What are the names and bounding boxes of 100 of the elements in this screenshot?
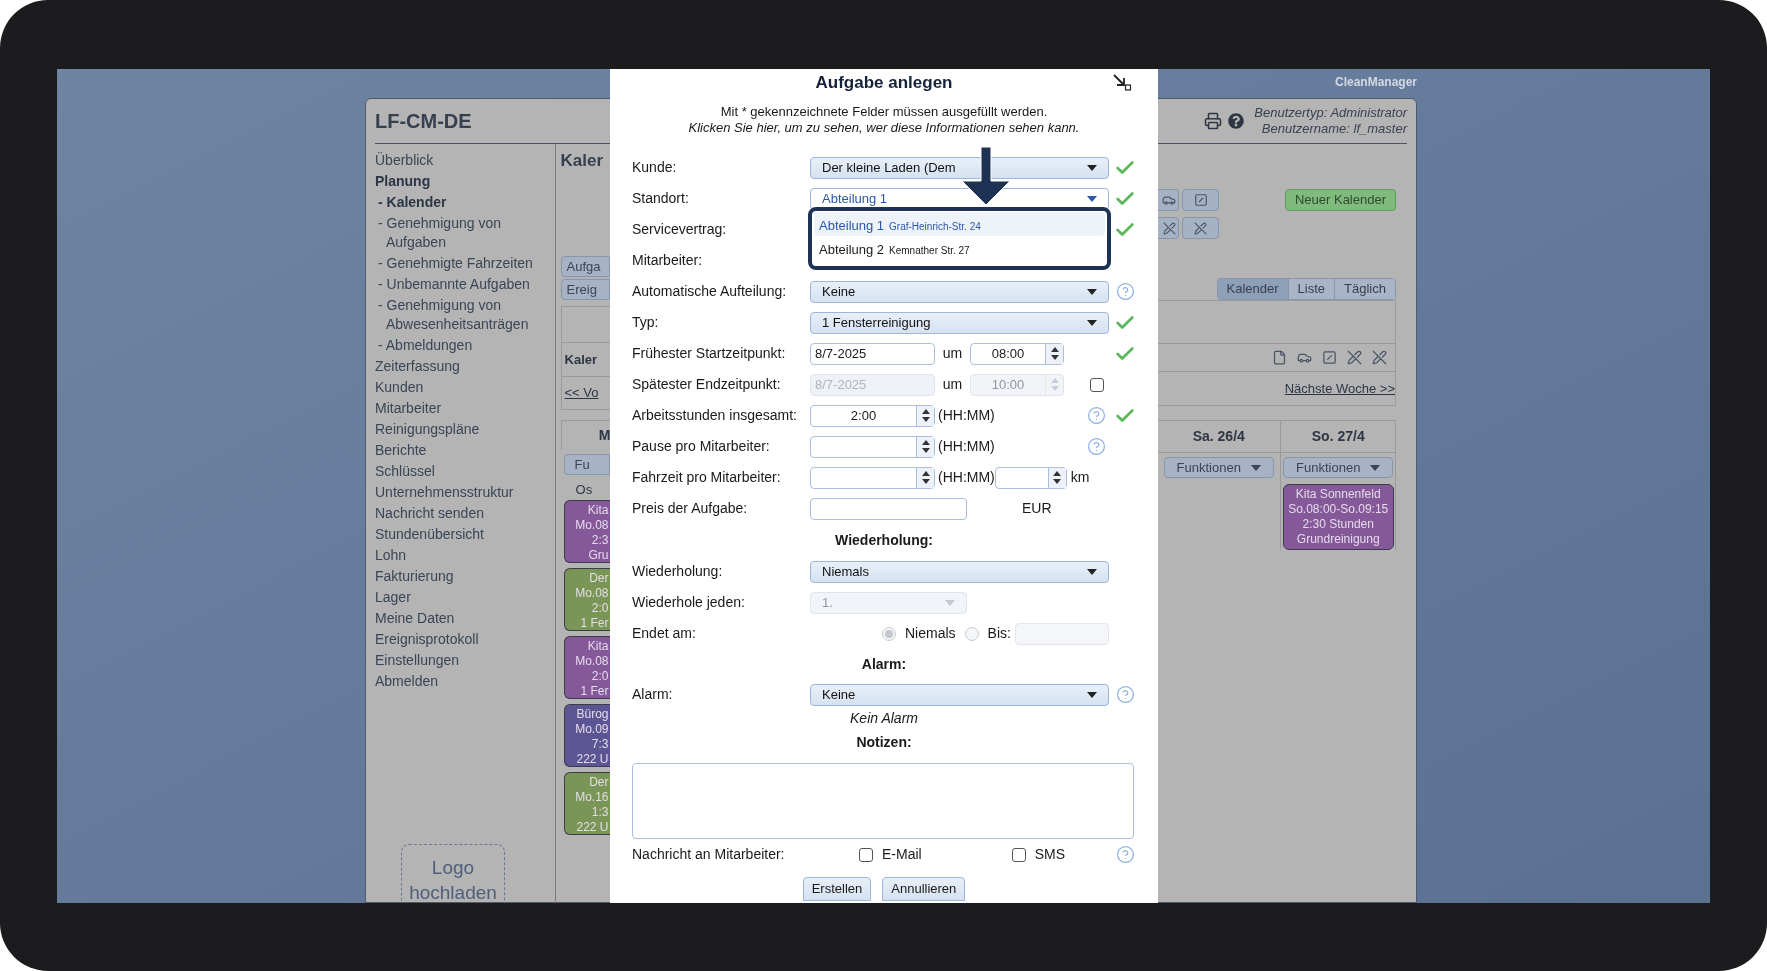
sidebar-subitem[interactable]: - Genehmigte Fahrzeiten	[375, 253, 547, 274]
sidebar-item[interactable]: Reinigungspläne	[375, 419, 555, 440]
sidebar-subitem[interactable]: - Unbemannte Aufgaben	[375, 274, 547, 295]
tab-button[interactable]: Ereig	[560, 279, 611, 300]
spin-field[interactable]	[994, 466, 1067, 489]
new-calendar-button[interactable]: Neuer Kalender	[1284, 189, 1396, 211]
document-icon[interactable]	[1272, 350, 1287, 365]
spin-field[interactable]: 2:00	[810, 404, 935, 427]
sidebar-item[interactable]: Abmelden	[375, 671, 555, 692]
sidebar-item[interactable]: Nachricht senden	[375, 503, 555, 524]
sidebar-subitem[interactable]: - Genehmigung von Abwesenheitsanträgen	[375, 295, 547, 335]
caret-icon	[1250, 464, 1261, 471]
functions-button[interactable]: Funktionen	[1163, 457, 1274, 478]
user-info: Benutzername: lf_master	[1261, 121, 1407, 137]
stepper-arrows-icon[interactable]	[1045, 343, 1063, 364]
toolbar-button[interactable]	[1157, 189, 1179, 211]
field-label: Automatische Aufteilung:	[632, 282, 788, 301]
sidebar-item[interactable]: Meine Daten	[375, 608, 555, 629]
resize-arrow-icon[interactable]	[1112, 73, 1132, 91]
event-text: 2:3	[590, 532, 609, 548]
help-icon[interactable]	[1228, 113, 1245, 129]
spin-field[interactable]	[810, 466, 935, 489]
down-arrow-annotation	[962, 147, 1010, 205]
price-field[interactable]	[810, 497, 967, 520]
dropdown-option[interactable]: Abteilung 1 Graf-Heinrich-Str. 24	[814, 212, 1105, 236]
sidebar-subitem[interactable]: - Kalender	[375, 192, 547, 213]
event-text: 1:3	[590, 804, 609, 820]
visibility-link[interactable]: Klicken Sie hier, um zu sehen, wer diese Informationen sehen kann.	[688, 120, 1080, 136]
stepper-arrows-icon[interactable]	[1047, 467, 1066, 488]
view-tab[interactable]: Liste	[1287, 279, 1335, 299]
select-field[interactable]: Der kleine Laden (Dem	[810, 156, 1109, 179]
toolbar-button[interactable]	[1182, 217, 1219, 239]
view-tab[interactable]: Täglich	[1334, 279, 1395, 299]
sidebar-item[interactable]: Lohn	[375, 545, 555, 566]
spin-field[interactable]: 08:00	[970, 342, 1064, 365]
crossed-box-icon[interactable]	[1322, 350, 1337, 365]
sidebar-item[interactable]: Berichte	[375, 440, 555, 461]
caret-icon	[1087, 164, 1097, 171]
currency-label: EUR	[1022, 499, 1052, 518]
user-info: Benutzertyp: Administrator	[1254, 105, 1407, 121]
field-label: Arbeitsstunden insgesamt:	[632, 406, 798, 425]
checkbox[interactable]	[859, 847, 873, 862]
field-label: Endet am:	[632, 624, 697, 643]
field-label: Fahrzeit pro Mitarbeiter:	[632, 468, 782, 487]
sidebar-item[interactable]: Mitarbeiter	[375, 398, 555, 419]
sidebar-subitem[interactable]: - Abmeldungen	[375, 335, 547, 356]
event-card[interactable]: Der Mo.08 2:0 1 Fer	[563, 567, 610, 631]
sidebar-item[interactable]: Zeiterfassung	[375, 356, 555, 377]
stepper-arrows-icon[interactable]	[916, 467, 934, 488]
notes-field[interactable]	[632, 763, 1134, 839]
logo-upload-area[interactable]: Logo hochladen	[401, 844, 505, 903]
print-icon[interactable]	[1204, 112, 1223, 130]
field-label: Typ:	[632, 313, 660, 332]
event-card[interactable]: Bürog Mo.09 7:3 222 U	[563, 703, 610, 767]
day-header: Sa. 26/4	[1192, 427, 1245, 446]
crossed-pen-icon[interactable]	[1347, 350, 1362, 365]
dialog-button[interactable]: Erstellen	[802, 877, 872, 901]
event-card[interactable]: Kita Sonnenfeld So.08:00-So.09:15 2:30 Stunden Grundreinigung	[1282, 484, 1394, 550]
dialog-button[interactable]: Annullieren	[882, 877, 966, 901]
crossed-pen-icon[interactable]	[1372, 350, 1387, 365]
stepper-arrows-icon[interactable]	[916, 405, 934, 426]
sidebar-subitem[interactable]: - Genehmigung von Aufgaben	[375, 213, 547, 253]
event-card[interactable]: Kita Mo.08 2:0 1 Fer	[563, 635, 610, 699]
sidebar-item[interactable]: Fakturierung	[375, 566, 555, 587]
checkbox-label: E-Mail	[882, 845, 922, 864]
sidebar-item[interactable]: Lager	[375, 587, 555, 608]
unit-label: (HH:MM)	[938, 468, 995, 487]
field-label: Wiederholung:	[632, 562, 724, 581]
sidebar-item[interactable]: Stundenübersicht	[375, 524, 555, 545]
functions-button[interactable]: Funktionen	[1283, 457, 1394, 478]
radio-button[interactable]	[964, 626, 979, 641]
select-field[interactable]: Keine	[810, 683, 1109, 706]
caret-icon	[1087, 319, 1097, 326]
sidebar-item[interactable]: Einstellungen	[375, 650, 555, 671]
select-field[interactable]: Keine	[810, 280, 1109, 303]
sidebar-item[interactable]: Kunden	[375, 377, 555, 398]
functions-button[interactable]: Fu	[563, 454, 611, 475]
radio-button[interactable]	[882, 626, 896, 641]
view-tab[interactable]: Kalender	[1217, 279, 1288, 299]
sidebar-item[interactable]: Ereignisprotokoll	[375, 629, 555, 650]
field-label: Pause pro Mitarbeiter:	[632, 437, 771, 456]
spin-field[interactable]	[810, 435, 935, 458]
car-icon	[1162, 193, 1176, 207]
sidebar-item[interactable]: Unternehmensstruktur	[375, 482, 555, 503]
radio-label: Bis:	[987, 624, 1011, 643]
select-field[interactable]: 1 Fensterreinigung	[810, 311, 1109, 334]
select-field[interactable]: Niemals	[810, 560, 1109, 583]
toolbar-button[interactable]	[1157, 217, 1179, 239]
date-field[interactable]	[1015, 622, 1109, 645]
dropdown-option[interactable]: Abteilung 2 Kemnather Str. 27	[814, 236, 1105, 260]
event-card[interactable]: Kita Mo.08 2:3 Gru	[563, 499, 610, 563]
tab-button[interactable]: Aufga	[560, 256, 611, 277]
checkbox[interactable]	[1011, 847, 1026, 862]
event-card[interactable]: Der Mo.16 1:3 222 U	[563, 771, 610, 835]
sidebar-item[interactable]: Schlüssel	[375, 461, 555, 482]
date-field[interactable]: 8/7-2025	[810, 342, 935, 365]
sidebar-item[interactable]: Überblick	[375, 150, 555, 171]
field-label: Mitarbeiter:	[632, 251, 704, 270]
sidebar-item[interactable]: Planung	[375, 171, 555, 192]
stepper-arrows-icon[interactable]	[916, 436, 934, 457]
